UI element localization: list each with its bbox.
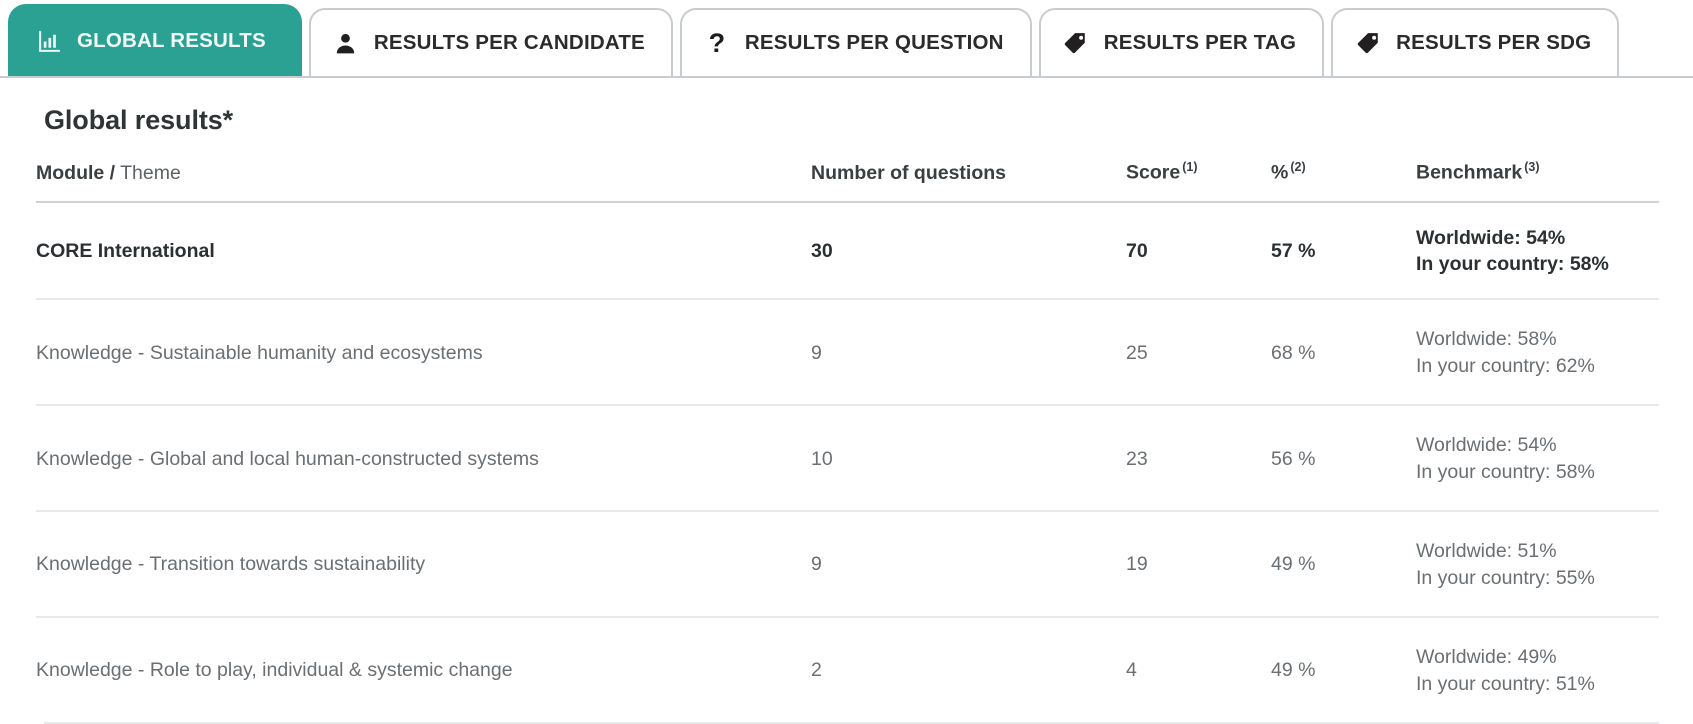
tab-label: RESULTS PER CANDIDATE [373, 31, 645, 54]
column-header-benchmark-label: Benchmark [1416, 161, 1523, 184]
cell-questions: 10 [811, 404, 1126, 511]
cell-score: 70 [1126, 200, 1271, 300]
column-header-score-note: (1) [1182, 160, 1198, 174]
table-row: CORE International 30 70 57 % Worldwide: 54%… [36, 200, 1659, 300]
benchmark-country: In your country: 62% [1416, 355, 1595, 378]
table-header-row: Module / Theme Number of questions Score… [36, 160, 1659, 202]
cell-questions: 9 [811, 509, 1126, 617]
column-header-questions: Number of questions [811, 161, 1007, 184]
cell-theme: Knowledge - Transition towards sustainab… [36, 509, 811, 617]
tab-results-per-tag[interactable]: RESULTS PER TAG [1038, 8, 1325, 76]
tab-results-per-sdg[interactable]: RESULTS PER SDG [1331, 8, 1620, 76]
column-header-score: Score (1) [1126, 160, 1271, 202]
benchmark-country: In your country: 55% [1416, 566, 1595, 589]
column-header-percent-label: % [1271, 161, 1289, 184]
cell-questions: 30 [811, 200, 1126, 300]
cell-benchmark: Worldwide: 54% In your country: 58% [1416, 200, 1659, 300]
cell-benchmark: Worldwide: 51% In your country: 55% [1416, 509, 1659, 617]
column-header-percent: % (2) [1271, 160, 1416, 202]
cell-questions: 9 [811, 298, 1126, 406]
table-row: Knowledge - Role to play, individual & s… [36, 615, 1659, 722]
cell-percent: 56 % [1271, 404, 1416, 511]
cell-percent: 49 % [1271, 509, 1416, 617]
person-icon [333, 30, 359, 56]
table-row: Knowledge - Global and local human-const… [36, 404, 1659, 511]
question-mark-icon: ? [708, 27, 726, 58]
tab-results-per-candidate[interactable]: RESULTS PER CANDIDATE [308, 8, 673, 76]
tab-bar-underline [0, 76, 1693, 78]
cell-score: 23 [1126, 404, 1271, 511]
tab-list: GLOBAL RESULTS RESULTS PER CANDIDATE? RESU… [8, 4, 1620, 76]
benchmark-worldwide: Worldwide: 58% [1416, 328, 1557, 351]
table-row: Knowledge - Sustainable humanity and eco… [36, 298, 1659, 406]
tab-global-results[interactable]: GLOBAL RESULTS [8, 4, 302, 76]
column-header-module-theme: Module / Theme [36, 160, 811, 202]
cell-percent: 49 % [1271, 615, 1416, 722]
tab-label: GLOBAL RESULTS [77, 29, 266, 52]
cell-questions: 2 [811, 615, 1126, 722]
tab-label: RESULTS PER QUESTION [744, 31, 1004, 54]
table-bottom-divider [44, 721, 1659, 724]
cell-benchmark: Worldwide: 54% In your country: 58% [1416, 404, 1659, 511]
benchmark-worldwide: Worldwide: 49% [1416, 645, 1557, 668]
cell-theme: Knowledge - Sustainable humanity and eco… [36, 298, 811, 406]
table-body: CORE International 30 70 57 % Worldwide: 54%… [36, 200, 1659, 722]
cell-theme: CORE International [36, 200, 811, 300]
tab-label: RESULTS PER SDG [1396, 31, 1592, 54]
tab-results-per-question[interactable]: ? RESULTS PER QUESTION [679, 8, 1032, 76]
table-header: Module / Theme Number of questions Score… [36, 160, 1659, 202]
column-header-score-label: Score [1126, 161, 1181, 184]
table-row: Knowledge - Transition towards sustainab… [36, 509, 1659, 617]
column-header-module: Module / [36, 161, 116, 184]
cell-percent: 57 % [1271, 200, 1416, 300]
benchmark-worldwide: Worldwide: 54% [1416, 226, 1566, 249]
column-header-benchmark: Benchmark (3) [1416, 160, 1659, 202]
tab-bar: GLOBAL RESULTS RESULTS PER CANDIDATE? RESU… [0, 0, 1693, 78]
tab-label: RESULTS PER TAG [1103, 31, 1297, 54]
main-content: Global results* Module / Theme Number of… [0, 105, 1693, 724]
benchmark-worldwide: Worldwide: 51% [1416, 539, 1557, 562]
bar-chart-icon [36, 28, 62, 54]
tag-icon [1063, 30, 1089, 56]
benchmark-country: In your country: 51% [1416, 672, 1595, 695]
benchmark-country: In your country: 58% [1416, 461, 1595, 484]
benchmark-worldwide: Worldwide: 54% [1416, 434, 1557, 457]
global-results-table: Module / Theme Number of questions Score… [36, 160, 1659, 722]
cell-theme: Knowledge - Role to play, individual & s… [36, 615, 811, 722]
column-header-percent-note: (2) [1290, 160, 1306, 174]
cell-score: 25 [1126, 298, 1271, 406]
column-header-theme: Theme [115, 161, 181, 184]
cell-score: 19 [1126, 509, 1271, 617]
page-title: Global results* [44, 105, 234, 135]
cell-benchmark: Worldwide: 58% In your country: 62% [1416, 298, 1659, 406]
column-header-benchmark-note: (3) [1524, 160, 1540, 174]
cell-percent: 68 % [1271, 298, 1416, 406]
cell-benchmark: Worldwide: 49% In your country: 51% [1416, 615, 1659, 722]
tag-icon [1355, 30, 1381, 56]
benchmark-country: In your country: 58% [1416, 253, 1609, 276]
cell-score: 4 [1126, 615, 1271, 722]
cell-theme: Knowledge - Global and local human-const… [36, 404, 811, 511]
